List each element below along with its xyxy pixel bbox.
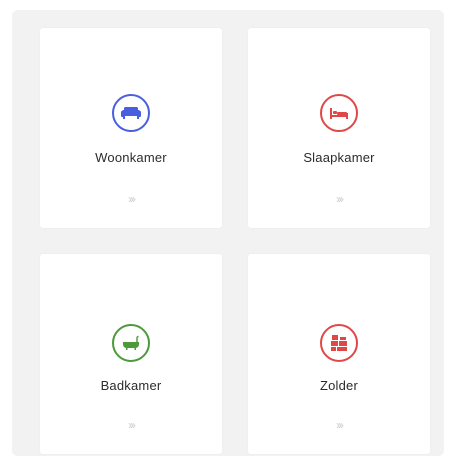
room-label: Zolder xyxy=(319,378,359,393)
room-tile-zolder[interactable]: Zolder ››› xyxy=(248,254,430,454)
room-label: Slaapkamer xyxy=(303,150,375,165)
chevron-right-icon: ››› xyxy=(128,192,136,206)
room-label: Badkamer xyxy=(100,378,162,393)
room-tile-badkamer[interactable]: Badkamer ››› xyxy=(40,254,222,454)
chevron-right-icon: ››› xyxy=(336,418,344,432)
chevron-right-icon: ››› xyxy=(336,192,344,206)
bathtub-icon xyxy=(112,324,150,362)
room-tile-slaapkamer[interactable]: Slaapkamer ››› xyxy=(248,28,430,228)
bed-icon xyxy=(320,94,358,132)
boxes-icon xyxy=(320,324,358,362)
room-tile-woonkamer[interactable]: Woonkamer ››› xyxy=(40,28,222,228)
chevron-right-icon: ››› xyxy=(128,418,136,432)
room-label: Woonkamer xyxy=(95,150,167,165)
sofa-icon xyxy=(112,94,150,132)
